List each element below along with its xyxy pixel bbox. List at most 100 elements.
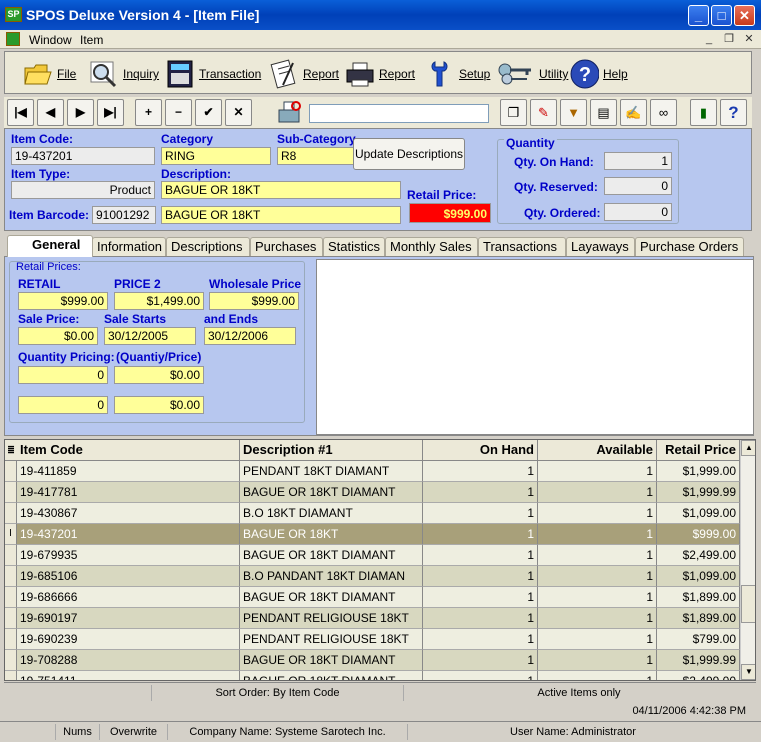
scroll-thumb[interactable] bbox=[741, 585, 755, 623]
delete-record-button[interactable]: − bbox=[165, 99, 192, 126]
scroll-up-arrow[interactable]: ▲ bbox=[741, 440, 755, 456]
mdi-minimize-button[interactable]: _ bbox=[701, 32, 717, 46]
row-header[interactable] bbox=[5, 482, 17, 503]
tab-purchase-orders[interactable]: Purchase Orders bbox=[635, 237, 744, 256]
basket-button[interactable]: ▼ bbox=[560, 99, 587, 126]
tab-transactions[interactable]: Transactions bbox=[478, 237, 566, 256]
cancel-record-button[interactable]: ✕ bbox=[225, 99, 252, 126]
on-hand-cell[interactable]: 1 bbox=[423, 650, 538, 671]
qty-reserved-field[interactable]: 0 bbox=[604, 177, 672, 195]
tab-layaways[interactable]: Layaways bbox=[566, 237, 635, 256]
transaction-button[interactable]: Transaction bbox=[165, 58, 261, 90]
table-row[interactable]: 19-417781 BAGUE OR 18KT DIAMANT 1 1 $1,999.9… bbox=[5, 482, 740, 503]
available-cell[interactable]: 1 bbox=[538, 482, 657, 503]
tag-button[interactable]: ✎ bbox=[530, 99, 557, 126]
available-cell[interactable]: 1 bbox=[538, 587, 657, 608]
item-code-cell[interactable]: 19-690239 bbox=[17, 629, 240, 650]
row-header[interactable] bbox=[5, 566, 17, 587]
row-header[interactable] bbox=[5, 461, 17, 482]
title-bar[interactable]: SP SPOS Deluxe Version 4 - [Item File] _… bbox=[0, 0, 761, 30]
wholesale-field[interactable]: $999.00 bbox=[209, 292, 299, 310]
qty-pricing-price-2[interactable]: $0.00 bbox=[114, 396, 204, 414]
description-cell[interactable]: PENDANT RELIGIOUSE 18KT bbox=[240, 608, 423, 629]
items-grid[interactable]: ≣ Item Code Description #1 On Hand Avail… bbox=[4, 439, 756, 681]
item-code-cell[interactable]: 19-686666 bbox=[17, 587, 240, 608]
last-record-button[interactable]: ▶| bbox=[97, 99, 124, 126]
row-header[interactable] bbox=[5, 650, 17, 671]
description1-field[interactable]: BAGUE OR 18KT bbox=[161, 181, 401, 199]
update-descriptions-button[interactable]: Update Descriptions bbox=[353, 138, 465, 170]
report-button-2[interactable]: Report bbox=[345, 58, 415, 90]
item-code-field[interactable]: 19-437201 bbox=[11, 147, 155, 165]
available-cell[interactable]: 1 bbox=[538, 566, 657, 587]
on-hand-cell[interactable]: 1 bbox=[423, 629, 538, 650]
first-record-button[interactable]: |◀ bbox=[7, 99, 34, 126]
sale-starts-field[interactable]: 30/12/2005 bbox=[104, 327, 196, 345]
item-code-cell[interactable]: 19-430867 bbox=[17, 503, 240, 524]
retail-price-cell[interactable]: $1,099.00 bbox=[657, 503, 740, 524]
table-row[interactable]: 19-411859 PENDANT 18KT DIAMANT 1 1 $1,999.00 bbox=[5, 461, 740, 482]
retail-price-cell[interactable]: $1,099.00 bbox=[657, 566, 740, 587]
row-header[interactable] bbox=[5, 545, 17, 566]
help-button[interactable]: ? Help bbox=[569, 58, 628, 90]
next-record-button[interactable]: ▶ bbox=[67, 99, 94, 126]
retail-price-cell[interactable]: $1,999.99 bbox=[657, 482, 740, 503]
qty-pricing-price-1[interactable]: $0.00 bbox=[114, 366, 204, 384]
available-cell[interactable]: 1 bbox=[538, 503, 657, 524]
item-type-field[interactable]: Product bbox=[11, 181, 155, 199]
retail-price-cell[interactable]: $1,899.00 bbox=[657, 608, 740, 629]
tab-statistics[interactable]: Statistics bbox=[323, 237, 385, 256]
table-row[interactable]: 19-708288 BAGUE OR 18KT DIAMANT 1 1 $1,999.9… bbox=[5, 650, 740, 671]
tab-purchases[interactable]: Purchases bbox=[250, 237, 323, 256]
on-hand-cell[interactable]: 1 bbox=[423, 587, 538, 608]
notes-area[interactable] bbox=[316, 259, 754, 435]
available-cell[interactable]: 1 bbox=[538, 461, 657, 482]
table-row[interactable]: 19-690239 PENDANT RELIGIOUSE 18KT 1 1 $799.0… bbox=[5, 629, 740, 650]
description-cell[interactable]: BAGUE OR 18KT bbox=[240, 524, 423, 545]
item-code-cell[interactable]: 19-690197 bbox=[17, 608, 240, 629]
mdi-restore-button[interactable]: ❐ bbox=[721, 32, 737, 46]
on-hand-cell[interactable]: 1 bbox=[423, 524, 538, 545]
row-header[interactable] bbox=[5, 608, 17, 629]
app-icon[interactable]: SP bbox=[5, 7, 22, 22]
on-hand-cell[interactable]: 1 bbox=[423, 608, 538, 629]
item-code-cell[interactable]: 19-417781 bbox=[17, 482, 240, 503]
exit-button[interactable]: ▮ bbox=[690, 99, 717, 126]
sale-price-field[interactable]: $0.00 bbox=[18, 327, 98, 345]
table-row[interactable]: 19-686666 BAGUE OR 18KT DIAMANT 1 1 $1,899.0… bbox=[5, 587, 740, 608]
description2-field[interactable]: BAGUE OR 18KT bbox=[161, 206, 401, 224]
item-code-cell[interactable]: 19-708288 bbox=[17, 650, 240, 671]
on-hand-cell[interactable]: 1 bbox=[423, 545, 538, 566]
glasses-button[interactable]: ∞ bbox=[650, 99, 677, 126]
available-cell[interactable]: 1 bbox=[538, 650, 657, 671]
save-record-button[interactable]: ✔ bbox=[195, 99, 222, 126]
qty-pricing-qty-2[interactable]: 0 bbox=[18, 396, 108, 414]
tab-monthly-sales[interactable]: Monthly Sales bbox=[385, 237, 478, 256]
available-cell[interactable]: 1 bbox=[538, 629, 657, 650]
column-header-item-code[interactable]: Item Code bbox=[17, 440, 240, 461]
utility-button[interactable]: Utility bbox=[497, 58, 568, 90]
on-hand-cell[interactable]: 1 bbox=[423, 566, 538, 587]
retail-field[interactable]: $999.00 bbox=[18, 292, 108, 310]
scroll-down-arrow[interactable]: ▼ bbox=[741, 664, 755, 680]
description-cell[interactable]: BAGUE OR 18KT DIAMANT bbox=[240, 587, 423, 608]
available-cell[interactable]: 1 bbox=[538, 608, 657, 629]
item-code-cell[interactable]: 19-685106 bbox=[17, 566, 240, 587]
edit-note-button[interactable]: ✍ bbox=[620, 99, 647, 126]
table-row[interactable]: 19-679935 BAGUE OR 18KT DIAMANT 1 1 $2,499.0… bbox=[5, 545, 740, 566]
item-barcode-field[interactable]: 91001292 bbox=[92, 206, 156, 224]
add-record-button[interactable]: + bbox=[135, 99, 162, 126]
column-header-retail-price[interactable]: Retail Price bbox=[657, 440, 740, 461]
row-header[interactable] bbox=[5, 503, 17, 524]
on-hand-cell[interactable]: 1 bbox=[423, 461, 538, 482]
table-row[interactable]: 19-685106 B.O PANDANT 18KT DIAMAN 1 1 $1,099… bbox=[5, 566, 740, 587]
find-button[interactable] bbox=[274, 99, 304, 126]
description-cell[interactable]: BAGUE OR 18KT DIAMANT bbox=[240, 671, 423, 680]
item-code-cell[interactable]: 19-679935 bbox=[17, 545, 240, 566]
available-cell[interactable]: 1 bbox=[538, 545, 657, 566]
mdi-app-icon[interactable] bbox=[6, 32, 20, 46]
column-header-on-hand[interactable]: On Hand bbox=[423, 440, 538, 461]
tab-information[interactable]: Information bbox=[92, 237, 166, 256]
row-header[interactable] bbox=[5, 629, 17, 650]
minimize-button[interactable]: _ bbox=[688, 5, 709, 26]
